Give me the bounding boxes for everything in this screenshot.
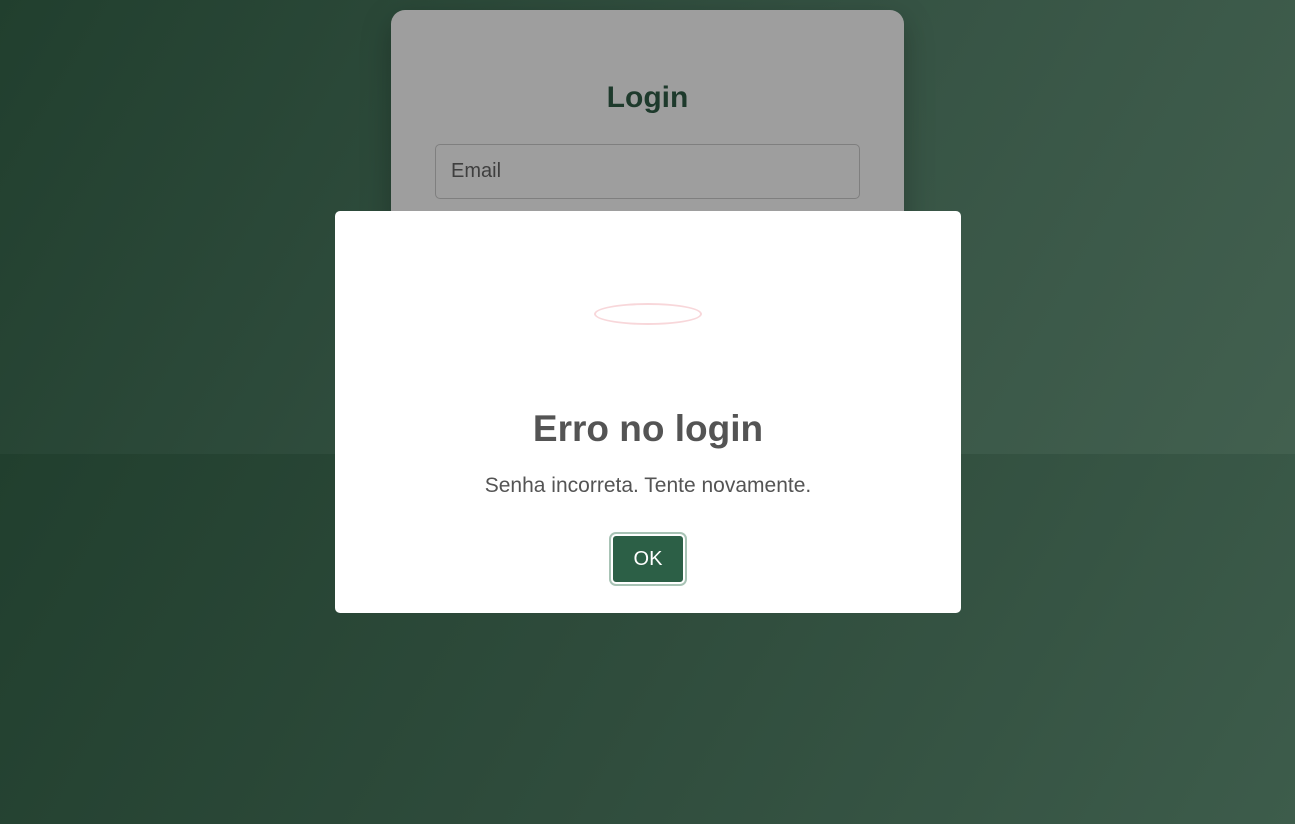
dialog-title: Erro no login xyxy=(532,408,764,449)
error-dialog: Erro no login Senha incorreta. Tente nov… xyxy=(335,211,961,613)
page: Login Erro no login Senha incorreta. Ten… xyxy=(0,0,1295,824)
email-input[interactable] xyxy=(435,144,860,199)
error-icon xyxy=(594,303,702,325)
dialog-message: Senha incorreta. Tente novamente. xyxy=(484,474,812,497)
ok-button[interactable]: OK xyxy=(611,534,685,584)
login-title: Login xyxy=(606,81,689,114)
